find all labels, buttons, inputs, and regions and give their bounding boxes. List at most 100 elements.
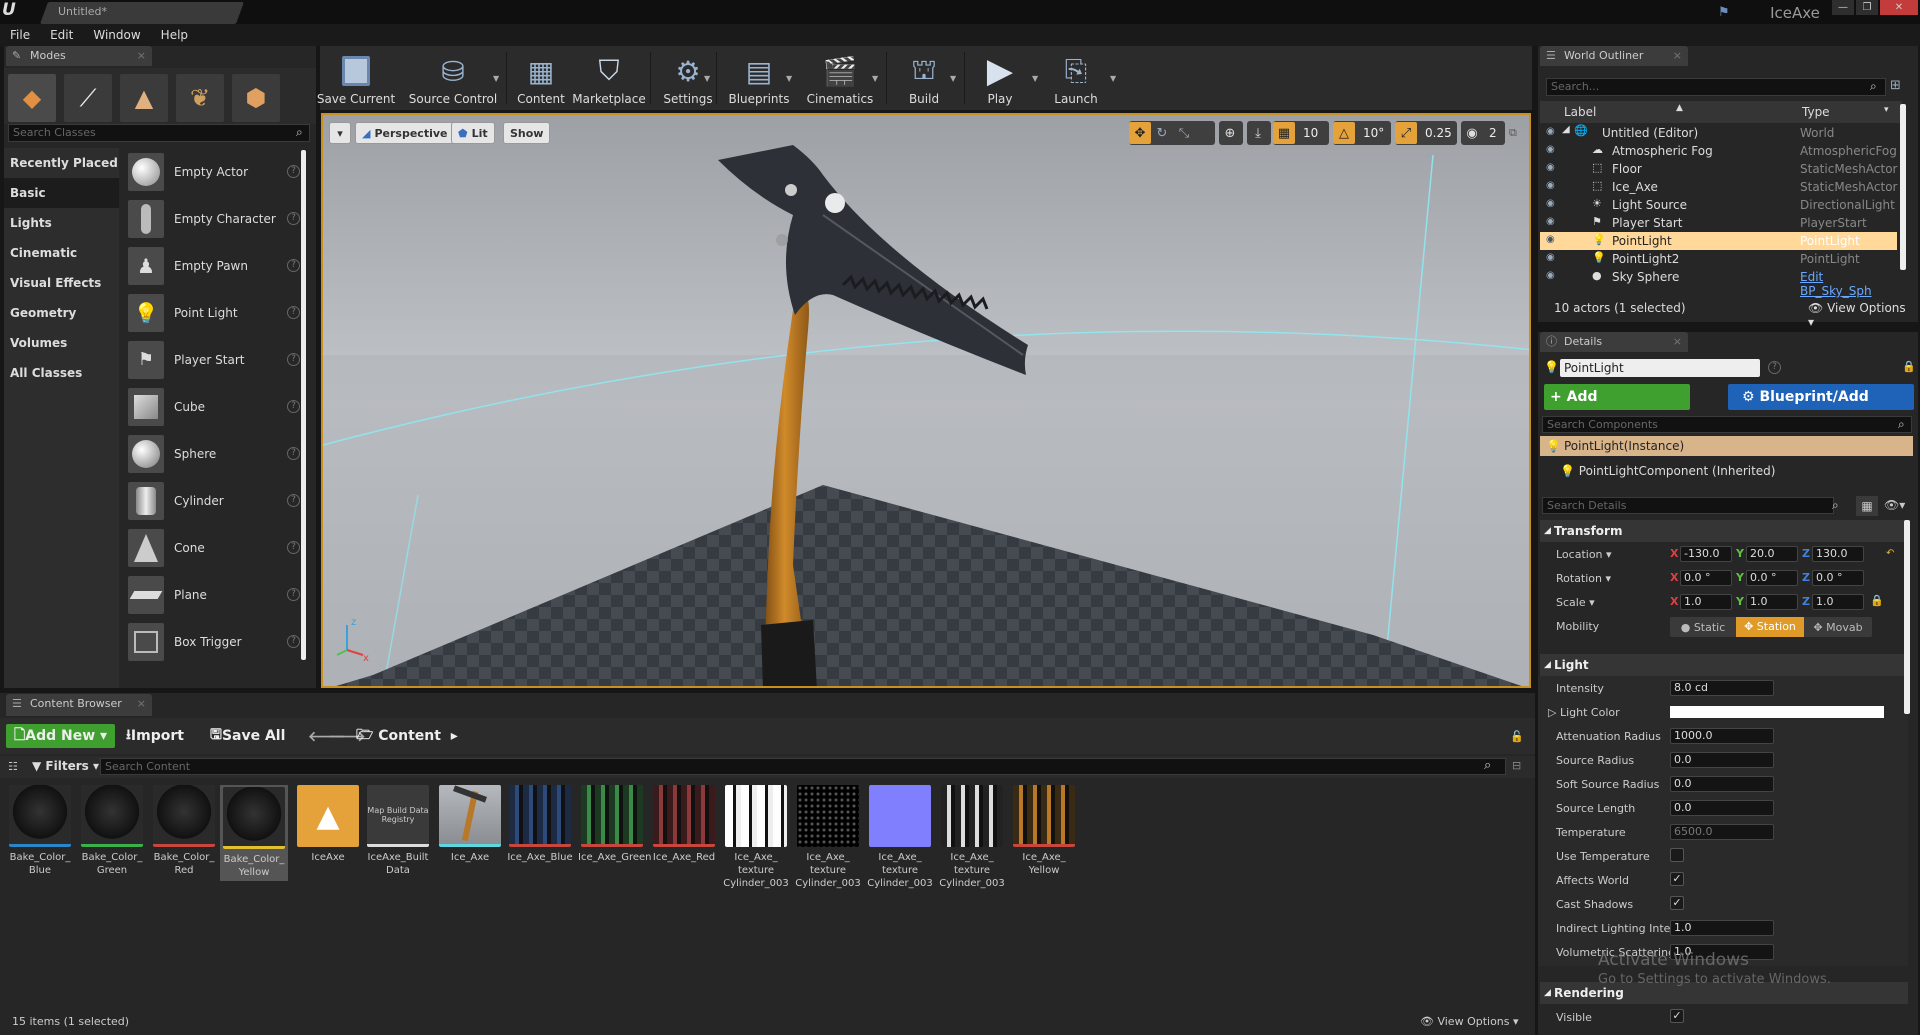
table-row[interactable]: ◉ ● Sky Sphere Edit BP_Sky_Sph bbox=[1540, 268, 1897, 298]
scale-y-field[interactable]: 1.0 bbox=[1746, 594, 1798, 610]
temperature-field[interactable]: 6500.0 bbox=[1670, 824, 1774, 840]
list-item[interactable]: 💡 Point Light? bbox=[122, 289, 306, 336]
asset-tile[interactable]: Ice_Axe_ Yellow bbox=[1010, 785, 1078, 877]
scale-snap[interactable]: ⤢ 0.25 bbox=[1395, 121, 1457, 145]
level-viewport[interactable]: z x ▾ ◢ Perspective ⬟ Lit Show ✥ ↻ ⤡ ⊕ ⤓ ▦… bbox=[321, 113, 1531, 688]
asset-tile[interactable]: Ice_Axe_ texture Cylinder_003 bbox=[938, 785, 1006, 890]
light-color-swatch[interactable] bbox=[1670, 706, 1884, 718]
scale-z-field[interactable]: 1.0 bbox=[1812, 594, 1864, 610]
table-row[interactable]: ◉ ☀ Light Source DirectionalLight bbox=[1540, 196, 1897, 214]
search-classes-input[interactable]: Search Classes bbox=[8, 124, 310, 142]
menu-help[interactable]: Help bbox=[161, 28, 188, 42]
affects-world-checkbox[interactable]: ✓ bbox=[1670, 872, 1684, 886]
list-item[interactable]: Plane? bbox=[122, 571, 306, 618]
list-item[interactable]: Empty Actor? bbox=[122, 148, 306, 195]
save-search-icon[interactable]: ⊟ bbox=[1512, 759, 1521, 772]
chevron-down-icon[interactable]: ▼ bbox=[704, 74, 710, 83]
location-x-field[interactable]: -130.0 bbox=[1680, 546, 1732, 562]
table-row[interactable]: ◉ ☁ Atmospheric Fog AtmosphericFog bbox=[1540, 142, 1897, 160]
indirect-lighting-field[interactable]: 1.0 bbox=[1670, 920, 1774, 936]
launch-button[interactable]: ⎘ Launch bbox=[1048, 46, 1104, 110]
search-content-input[interactable]: Search Content bbox=[100, 758, 1506, 775]
view-options-button[interactable]: 👁 View Options ▾ bbox=[1808, 301, 1915, 329]
light-color-label[interactable]: ▷ Light Color bbox=[1548, 706, 1620, 719]
chevron-down-icon[interactable]: ▼ bbox=[1110, 74, 1116, 83]
transform-section[interactable]: ◢ Transform bbox=[1540, 520, 1908, 542]
import-button[interactable]: ⭳ Import bbox=[118, 724, 192, 748]
maximize-button[interactable]: ❐ bbox=[1856, 0, 1878, 15]
reset-icon[interactable]: ↶ bbox=[1886, 548, 1894, 559]
rotate-tool-icon[interactable]: ↻ bbox=[1151, 122, 1173, 144]
grid-snap[interactable]: ▦ 10 bbox=[1273, 121, 1329, 145]
close-button[interactable]: ✕ bbox=[1880, 0, 1918, 15]
rotation-x-field[interactable]: 0.0 ° bbox=[1680, 570, 1732, 586]
table-row[interactable]: ◉ 💡 PointLight PointLight bbox=[1540, 232, 1897, 250]
scrollbar[interactable] bbox=[301, 150, 306, 660]
component-row[interactable]: 💡 PointLightComponent (Inherited) bbox=[1560, 464, 1775, 478]
eye-icon[interactable]: ◉ bbox=[1546, 198, 1555, 209]
soft-source-radius-field[interactable]: 0.0 bbox=[1670, 776, 1774, 792]
help-icon[interactable]: ? bbox=[287, 400, 300, 413]
add-folder-icon[interactable]: ⊞ bbox=[1890, 78, 1901, 93]
help-icon[interactable]: ? bbox=[287, 588, 300, 601]
content-browser-tab[interactable]: ☰ Content Browser × bbox=[6, 694, 152, 716]
save-current-button[interactable]: Save Current bbox=[317, 46, 395, 110]
list-item[interactable]: Empty Character? bbox=[122, 195, 306, 242]
source-control-button[interactable]: ⛁ Source Control bbox=[409, 46, 497, 110]
asset-tile-selected[interactable]: Bake_Color_ Yellow bbox=[220, 785, 288, 881]
asset-tile[interactable]: Map Build Data Registry IceAxe_Built Data bbox=[364, 785, 432, 877]
chevron-down-icon[interactable]: ▼ bbox=[493, 74, 499, 83]
filters-button[interactable]: ▼ Filters ▾ bbox=[32, 759, 99, 773]
sources-icon[interactable]: ☷ bbox=[8, 760, 18, 773]
source-control-flag-icon[interactable]: ⚑ bbox=[1718, 5, 1730, 20]
add-new-button[interactable]: 🗋 Add New ▾ bbox=[6, 724, 116, 748]
asset-tile[interactable]: Bake_Color_ Green bbox=[78, 785, 146, 877]
asset-tile[interactable]: Ice_Axe_Green bbox=[578, 785, 652, 864]
grid-view-icon[interactable]: ▦ bbox=[1856, 496, 1878, 516]
close-icon[interactable]: × bbox=[1673, 46, 1682, 66]
rotation-label[interactable]: Rotation ▾ bbox=[1556, 572, 1611, 585]
scrollbar[interactable] bbox=[1904, 520, 1910, 714]
table-row[interactable]: ◉ ⚑ Player Start PlayerStart bbox=[1540, 214, 1897, 232]
eye-icon[interactable]: 👁▾ bbox=[1884, 498, 1905, 512]
eye-icon[interactable]: ◉ bbox=[1546, 270, 1555, 281]
details-tab[interactable]: ⓘ Details × bbox=[1540, 332, 1688, 352]
help-icon[interactable]: ? bbox=[287, 212, 300, 225]
rotation-z-field[interactable]: 0.0 ° bbox=[1812, 570, 1864, 586]
search-details-input[interactable]: Search Details bbox=[1542, 497, 1834, 514]
list-item[interactable]: Cube? bbox=[122, 383, 306, 430]
coordinate-system-button[interactable]: ⊕ bbox=[1219, 121, 1243, 145]
list-item[interactable]: Cone? bbox=[122, 524, 306, 571]
mobility-stationary[interactable]: ✥ Station bbox=[1736, 617, 1804, 637]
expand-icon[interactable]: ◢ bbox=[1562, 124, 1570, 135]
actor-name-field[interactable]: PointLight bbox=[1560, 359, 1760, 377]
list-item[interactable]: Cylinder? bbox=[122, 477, 306, 524]
visible-checkbox[interactable]: ✓ bbox=[1670, 1009, 1684, 1023]
list-item[interactable]: Sphere? bbox=[122, 430, 306, 477]
edit-blueprint-link[interactable]: Edit BP_Sky_Sph bbox=[1800, 270, 1897, 298]
build-button[interactable]: ⛫ Build bbox=[896, 46, 952, 110]
source-radius-field[interactable]: 0.0 bbox=[1670, 752, 1774, 768]
chevron-down-icon[interactable]: ▼ bbox=[872, 74, 878, 83]
cast-shadows-checkbox[interactable]: ✓ bbox=[1670, 896, 1684, 910]
asset-tile[interactable]: Ice_Axe_Blue bbox=[506, 785, 574, 864]
blueprint-add-script-button[interactable]: ⚙ Blueprint/Add Script bbox=[1728, 384, 1914, 431]
component-instance-row[interactable]: 💡 PointLight(Instance) bbox=[1540, 436, 1913, 456]
help-icon[interactable]: ? bbox=[287, 165, 300, 178]
mobility-movable[interactable]: ✥ Movab bbox=[1804, 621, 1872, 634]
category-volumes[interactable]: Volumes bbox=[4, 328, 119, 358]
viewport-options-button[interactable]: ▾ bbox=[329, 122, 351, 144]
chevron-down-icon[interactable]: ▼ bbox=[786, 74, 792, 83]
eye-icon[interactable]: ◉ bbox=[1546, 126, 1555, 137]
camera-speed[interactable]: ◉ 2 bbox=[1461, 121, 1505, 145]
asset-tile[interactable]: Ice_Axe_ texture Cylinder_003 bbox=[722, 785, 790, 890]
asset-tile[interactable]: Ice_Axe_Red bbox=[650, 785, 718, 864]
landscape-mode-button[interactable]: ▲ bbox=[120, 74, 168, 122]
column-label[interactable]: Label bbox=[1564, 105, 1596, 119]
content-button[interactable]: ▦ Content bbox=[516, 46, 566, 110]
move-tool-icon[interactable]: ✥ bbox=[1129, 122, 1151, 144]
table-row[interactable]: ◉ ◢ 🌐 Untitled (Editor) World bbox=[1540, 124, 1897, 142]
help-icon[interactable]: ? bbox=[287, 447, 300, 460]
lock-icon[interactable]: 🔒 bbox=[1902, 360, 1916, 373]
category-basic[interactable]: Basic bbox=[4, 178, 119, 208]
